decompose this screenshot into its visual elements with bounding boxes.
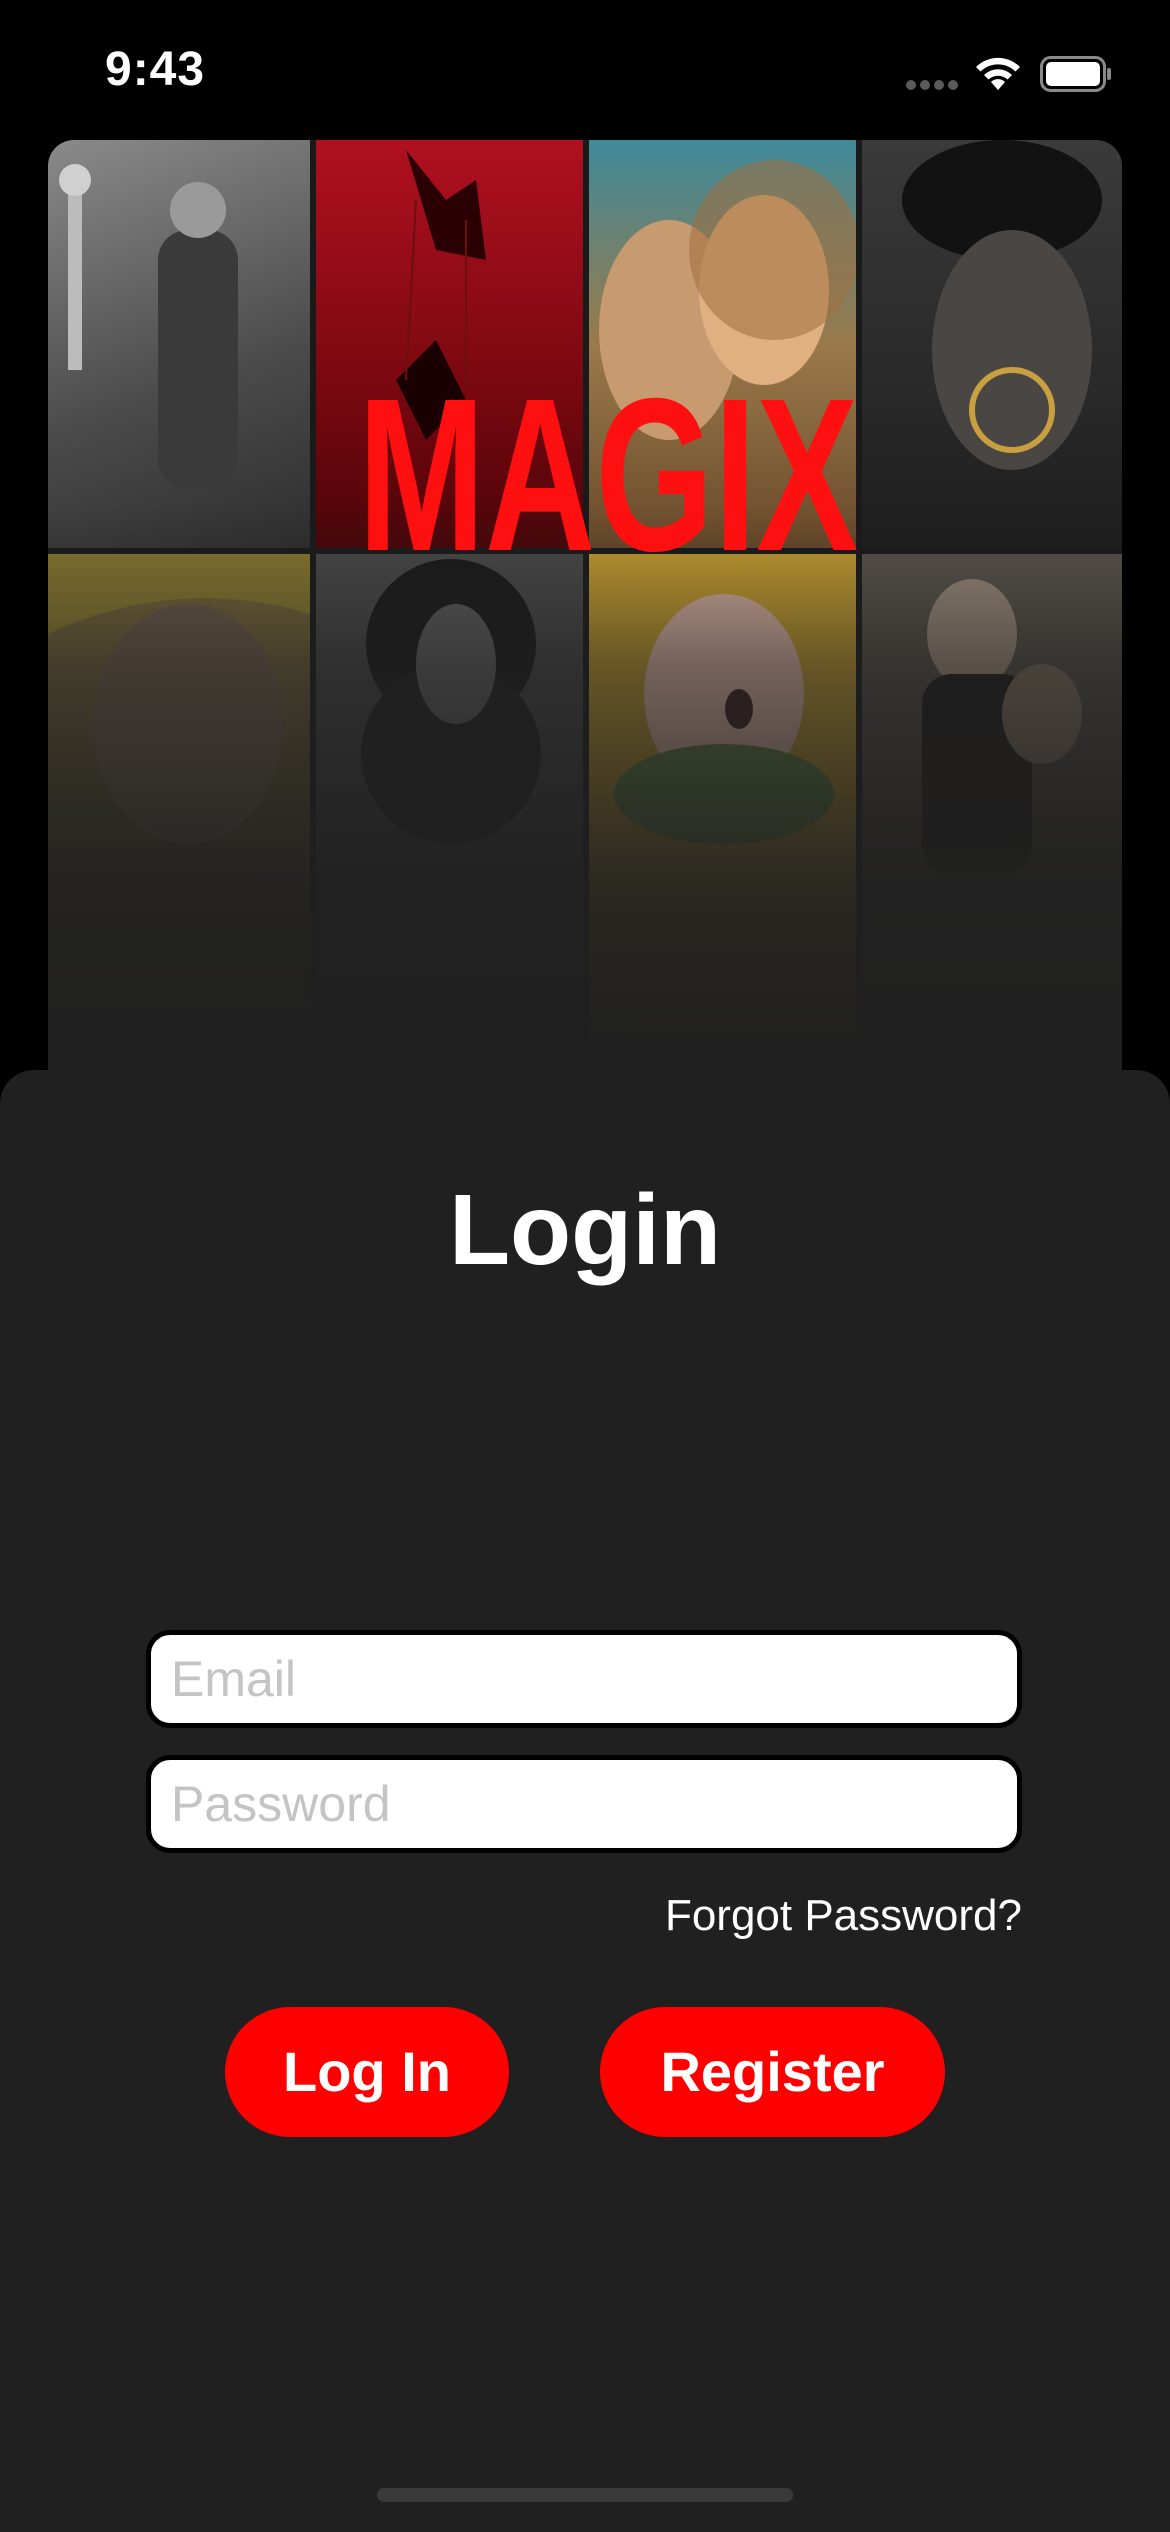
- status-bar: 9:43: [0, 0, 1170, 140]
- hero-gradient-overlay: [48, 140, 1122, 1100]
- hero-poster-collage: MAGIX: [48, 140, 1122, 1100]
- login-title: Login: [448, 1174, 722, 1286]
- password-field[interactable]: [146, 1755, 1022, 1853]
- wifi-icon: [976, 57, 1020, 90]
- home-indicator[interactable]: [377, 2488, 793, 2502]
- status-time: 9:43: [105, 43, 206, 96]
- cellular-signal-icon: [906, 80, 960, 92]
- email-field[interactable]: [146, 1630, 1022, 1728]
- log-in-button[interactable]: Log In: [225, 2007, 509, 2137]
- svg-text:MAGIX: MAGIX: [358, 370, 858, 570]
- forgot-password-link[interactable]: Forgot Password?: [665, 1890, 1022, 1942]
- magix-logo: MAGIX: [358, 370, 858, 570]
- register-button[interactable]: Register: [600, 2007, 945, 2137]
- login-sheet: Login Forgot Password? Log In Register: [0, 1070, 1170, 2532]
- battery-icon: [1040, 56, 1111, 92]
